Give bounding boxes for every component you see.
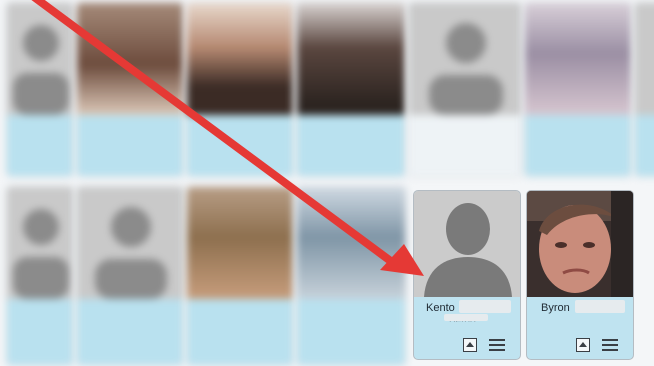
student-photo-grid: Kento Bergo Byron [0,0,654,366]
red-arrow [31,0,424,276]
